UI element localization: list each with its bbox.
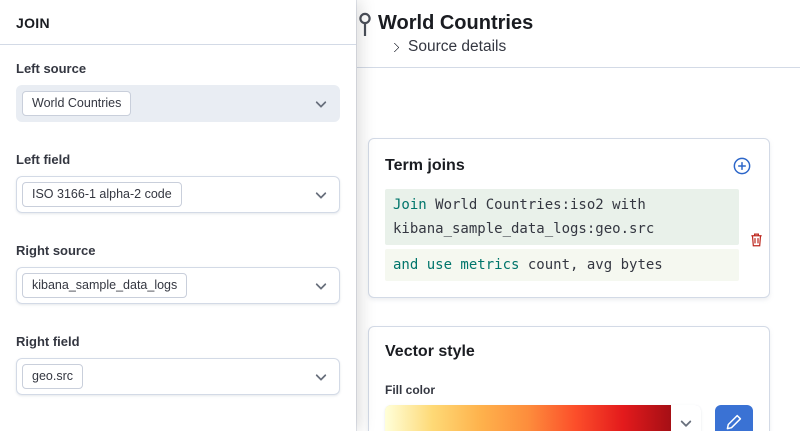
left-field-group: Left field ISO 3166-1 alpha-2 code: [16, 152, 340, 213]
term-joins-card: Term joins Join World Countries:iso2 wit…: [368, 138, 770, 298]
metrics-keyword: and use metrics: [393, 257, 519, 273]
term-joins-header: Term joins: [385, 155, 753, 177]
chevron-down-icon: [315, 369, 326, 380]
edit-fill-color-button[interactable]: [715, 405, 753, 431]
pencil-icon: [726, 414, 742, 431]
join-flyout-title: JOIN: [16, 15, 340, 31]
left-source-group: Left source World Countries: [16, 61, 340, 122]
chevron-box: [671, 405, 701, 431]
join-keyword: Join: [393, 197, 427, 213]
left-source-select[interactable]: World Countries: [16, 85, 340, 122]
layer-settings-panel: World Countries Source details Term join…: [356, 0, 800, 431]
fill-color-select[interactable]: [385, 405, 701, 431]
join-text: World Countries:iso2 with kibana_sample_…: [393, 197, 654, 237]
join-expression[interactable]: Join World Countries:iso2 with kibana_sa…: [385, 189, 739, 281]
map-pin-icon: [357, 11, 373, 38]
fill-color-label: Fill color: [385, 383, 753, 397]
right-field-select[interactable]: geo.src: [16, 358, 340, 395]
chevron-down-icon: [680, 416, 691, 427]
layer-panel-body: Term joins Join World Countries:iso2 wit…: [356, 68, 800, 431]
right-field-label: Right field: [16, 334, 340, 349]
fill-color-gradient: [385, 405, 671, 431]
right-source-label: Right source: [16, 243, 340, 258]
trash-icon: [749, 236, 764, 251]
layer-header: World Countries Source details: [356, 0, 800, 68]
vector-style-title: Vector style: [385, 343, 753, 361]
term-joins-title: Term joins: [385, 157, 465, 175]
add-join-button[interactable]: [731, 155, 753, 177]
layer-title: World Countries: [378, 10, 784, 36]
left-field-select[interactable]: ISO 3166-1 alpha-2 code: [16, 176, 340, 213]
chevron-down-icon: [315, 278, 326, 289]
right-source-value: kibana_sample_data_logs: [22, 273, 187, 297]
right-field-group: Right field geo.src: [16, 334, 340, 395]
join-expression-line[interactable]: Join World Countries:iso2 with kibana_sa…: [385, 189, 739, 245]
chevron-down-icon: [315, 187, 326, 198]
left-source-value: World Countries: [22, 91, 131, 115]
left-field-label: Left field: [16, 152, 340, 167]
right-source-group: Right source kibana_sample_data_logs: [16, 243, 340, 304]
source-details-toggle[interactable]: Source details: [391, 38, 506, 56]
chevron-down-icon: [315, 96, 326, 107]
join-flyout: JOIN Left source World Countries Left fi…: [0, 0, 356, 431]
join-flyout-body: Left source World Countries Left field I…: [0, 45, 356, 431]
right-source-select[interactable]: kibana_sample_data_logs: [16, 267, 340, 304]
fill-color-row: [385, 405, 753, 431]
metrics-expression-line[interactable]: and use metrics count, avg bytes: [385, 249, 739, 281]
chevron-right-icon: [390, 43, 400, 53]
plus-in-circle-icon: [733, 163, 751, 178]
left-source-label: Left source: [16, 61, 340, 76]
right-field-value: geo.src: [22, 364, 83, 388]
left-field-value: ISO 3166-1 alpha-2 code: [22, 182, 182, 206]
join-flyout-header: JOIN: [0, 0, 356, 45]
delete-join-button[interactable]: [747, 229, 766, 250]
vector-style-card: Vector style Fill color: [368, 326, 770, 431]
metrics-text: count, avg bytes: [519, 257, 662, 273]
source-details-label: Source details: [408, 38, 506, 56]
